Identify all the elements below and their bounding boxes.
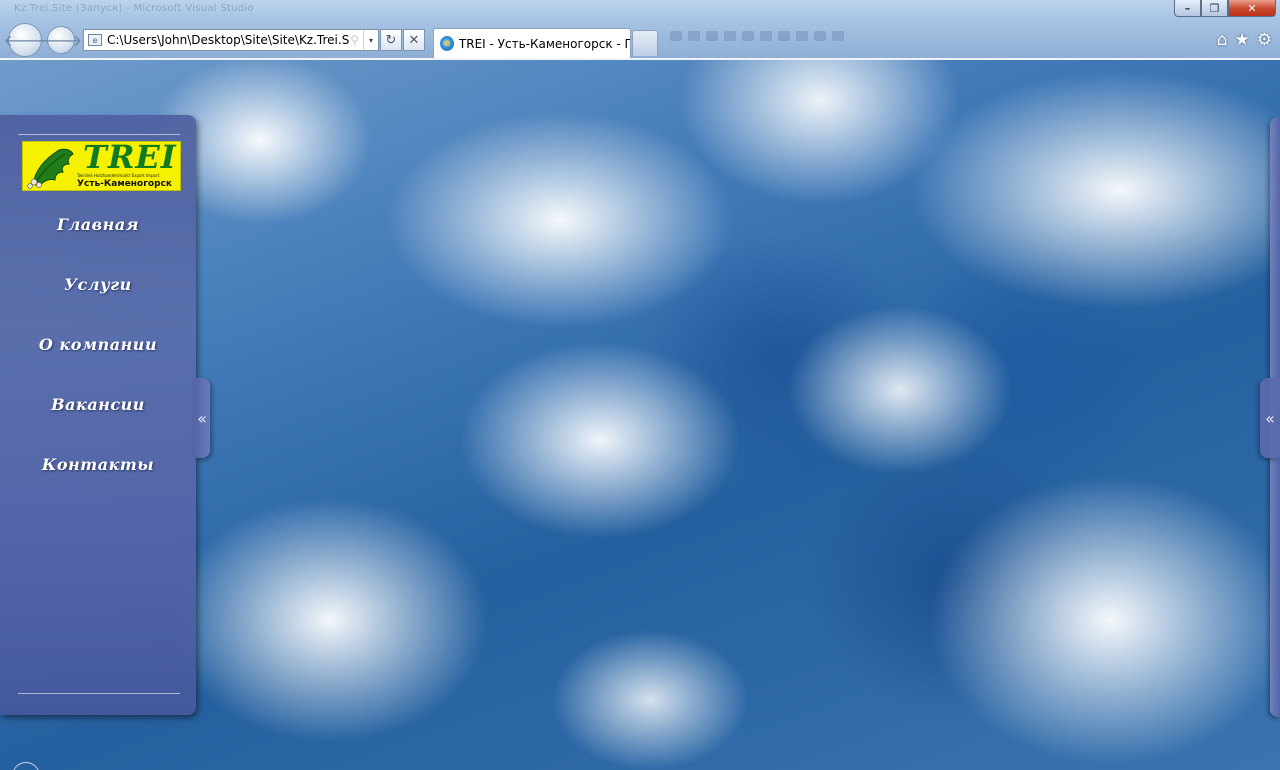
logo-brand: TREI bbox=[83, 141, 177, 176]
tab-active[interactable]: e TREI - Усть-Каменогорск - Г... bbox=[433, 28, 631, 58]
main-menu: Главная Услуги О компании Вакансии Конта… bbox=[0, 215, 196, 515]
ghost-toolbar bbox=[662, 27, 910, 45]
favorites-star-icon[interactable]: ★ bbox=[1235, 31, 1250, 49]
page-icon: e bbox=[88, 34, 102, 46]
browser-right-icons: ⌂ ★ ⚙ bbox=[1217, 31, 1272, 49]
address-url[interactable]: C:\Users\John\Desktop\Site\Site\Kz.Trei.… bbox=[107, 33, 350, 47]
menu-item-about[interactable]: О компании bbox=[0, 335, 196, 395]
corner-circle-icon bbox=[12, 762, 40, 770]
search-icon[interactable]: ⚲ bbox=[350, 33, 359, 47]
refresh-icon: ↻ bbox=[385, 32, 397, 48]
left-sidebar: TREI Twinlink Holzhandelsmarkt Export Im… bbox=[0, 115, 196, 715]
new-tab-button[interactable] bbox=[632, 30, 658, 56]
left-panel-collapse-button[interactable]: « bbox=[194, 378, 210, 458]
page-viewport: TREI Twinlink Holzhandelsmarkt Export Im… bbox=[0, 60, 1280, 770]
forward-button[interactable]: 🡒 bbox=[40, 26, 82, 54]
browser-chrome: Kz.Trei.Site (Запуск) - Microsoft Visual… bbox=[0, 0, 1280, 58]
double-chevron-left-icon: « bbox=[1265, 408, 1275, 428]
address-bar[interactable]: e C:\Users\John\Desktop\Site\Site\Kz.Tre… bbox=[83, 29, 379, 51]
window-title: Kz.Trei.Site (Запуск) - Microsoft Visual… bbox=[14, 3, 254, 14]
home-icon[interactable]: ⌂ bbox=[1217, 31, 1228, 49]
stop-icon: ✕ bbox=[408, 32, 420, 48]
logo-tagline: Twinlink Holzhandelsmarkt Export Import bbox=[77, 173, 160, 178]
window-controls: – ❐ ✕ bbox=[1174, 0, 1276, 17]
gear-icon[interactable]: ⚙ bbox=[1257, 31, 1272, 49]
oak-leaf-icon bbox=[27, 148, 74, 189]
refresh-button[interactable]: ↻ bbox=[380, 29, 402, 51]
address-dropdown-icon[interactable]: ▾ bbox=[363, 30, 378, 50]
sidebar-divider-top bbox=[18, 134, 180, 135]
right-panel-expand-button[interactable]: « bbox=[1260, 378, 1280, 458]
menu-item-contacts[interactable]: Контакты bbox=[0, 455, 196, 515]
ie-favicon-icon: e bbox=[440, 36, 454, 51]
double-chevron-left-icon: « bbox=[197, 408, 207, 428]
menu-item-vacancies[interactable]: Вакансии bbox=[0, 395, 196, 455]
company-logo[interactable]: TREI Twinlink Holzhandelsmarkt Export Im… bbox=[22, 141, 181, 191]
logo-city: Усть-Каменогорск bbox=[77, 179, 172, 189]
maximize-button[interactable]: ❐ bbox=[1201, 0, 1228, 17]
sidebar-divider-bottom bbox=[18, 693, 180, 694]
stop-button[interactable]: ✕ bbox=[403, 29, 425, 51]
tab-title: TREI - Усть-Каменогорск - Г... bbox=[458, 36, 630, 51]
menu-item-home[interactable]: Главная bbox=[0, 215, 196, 275]
forward-arrow-icon: 🡒 bbox=[39, 31, 83, 50]
back-button[interactable]: 🡐 bbox=[4, 23, 46, 57]
minimize-button[interactable]: – bbox=[1174, 0, 1201, 17]
menu-item-services[interactable]: Услуги bbox=[0, 275, 196, 335]
close-button[interactable]: ✕ bbox=[1228, 0, 1276, 17]
